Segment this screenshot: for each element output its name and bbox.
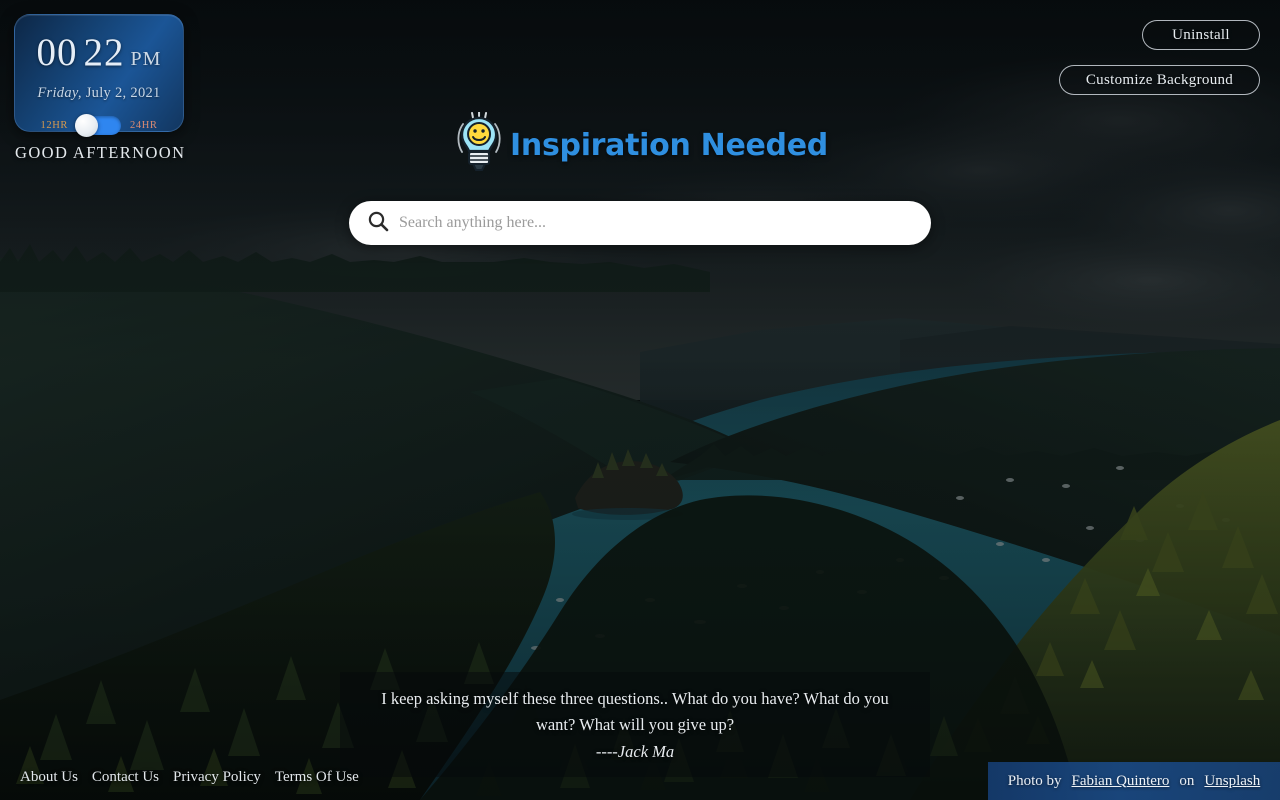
time-format-toggle[interactable] (75, 114, 121, 137)
quote-text: I keep asking myself these three questio… (381, 689, 889, 734)
clock-meridiem: PM (130, 48, 162, 70)
footer-links: About Us Contact Us Privacy Policy Terms… (20, 769, 359, 786)
search-bar[interactable] (349, 201, 931, 245)
logo-text: Inspiration Needed (510, 128, 828, 163)
footer-link-terms-of-use[interactable]: Terms Of Use (275, 769, 359, 786)
time-format-12hr-label: 12HR (40, 120, 68, 131)
clock-widget: 00 22 PM Friday, July 2, 2021 12HR 24HR (14, 14, 184, 137)
lightbulb-smiley-icon (452, 110, 506, 179)
clock-time: 00 22 PM (37, 33, 162, 72)
clock-date: Friday, July 2, 2021 (37, 85, 160, 102)
clock-day-of-week: Friday, (37, 85, 82, 101)
search-input[interactable] (399, 214, 913, 232)
time-format-24hr-label: 24HR (130, 120, 158, 131)
quote-block: I keep asking myself these three questio… (340, 672, 930, 777)
photo-credit-middle: on (1179, 772, 1195, 789)
toggle-knob[interactable] (75, 114, 98, 137)
footer-link-contact-us[interactable]: Contact Us (92, 769, 159, 786)
clock-date-value: July 2, 2021 (85, 85, 161, 101)
photo-credit: Photo by Fabian Quintero on Unsplash (988, 762, 1280, 800)
clock-minutes: 22 (83, 31, 125, 74)
search-icon (367, 210, 389, 237)
quote-author: ----Jack Ma (595, 742, 675, 761)
photographer-link[interactable]: Fabian Quintero (1072, 773, 1170, 790)
app-logo: Inspiration Needed (452, 110, 828, 179)
unsplash-link[interactable]: Unsplash (1204, 773, 1260, 790)
footer-link-privacy-policy[interactable]: Privacy Policy (173, 769, 261, 786)
photo-credit-prefix: Photo by (1007, 772, 1062, 789)
customize-background-button[interactable]: Customize Background (1059, 65, 1260, 95)
clock-hours: 00 (36, 31, 78, 74)
footer-link-about-us[interactable]: About Us (20, 769, 78, 786)
uninstall-button[interactable]: Uninstall (1142, 20, 1260, 50)
greeting-text: GOOD AFTERNOON (15, 143, 186, 162)
time-format-toggle-row: 12HR 24HR (40, 114, 158, 137)
